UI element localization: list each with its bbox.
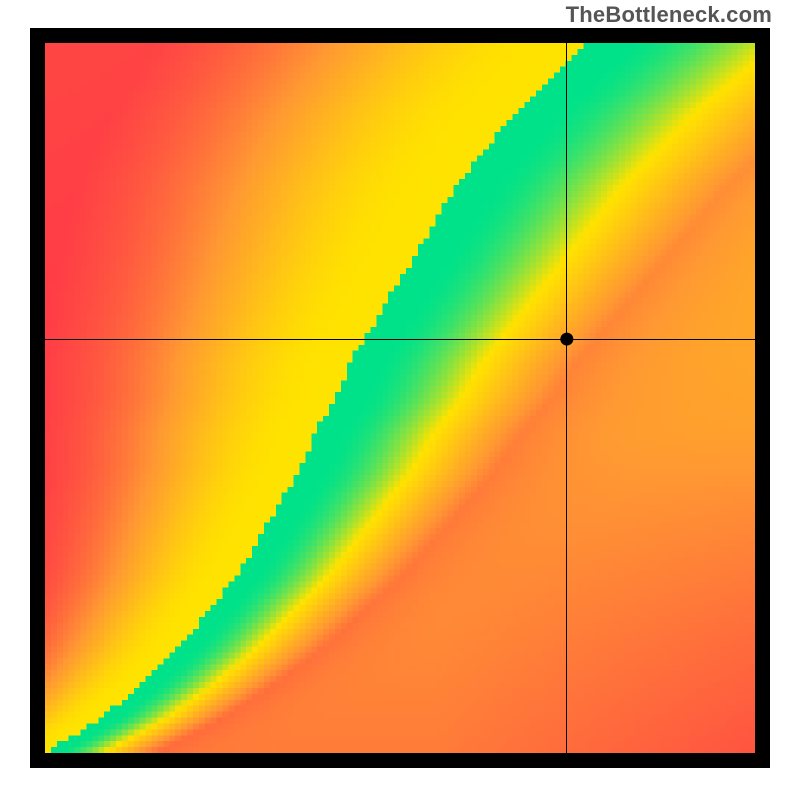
crosshair-vertical xyxy=(566,43,567,753)
heatmap-canvas xyxy=(45,43,755,753)
crosshair-horizontal xyxy=(45,339,755,340)
watermark-text: TheBottleneck.com xyxy=(566,2,772,28)
chart-container: TheBottleneck.com xyxy=(0,0,800,800)
